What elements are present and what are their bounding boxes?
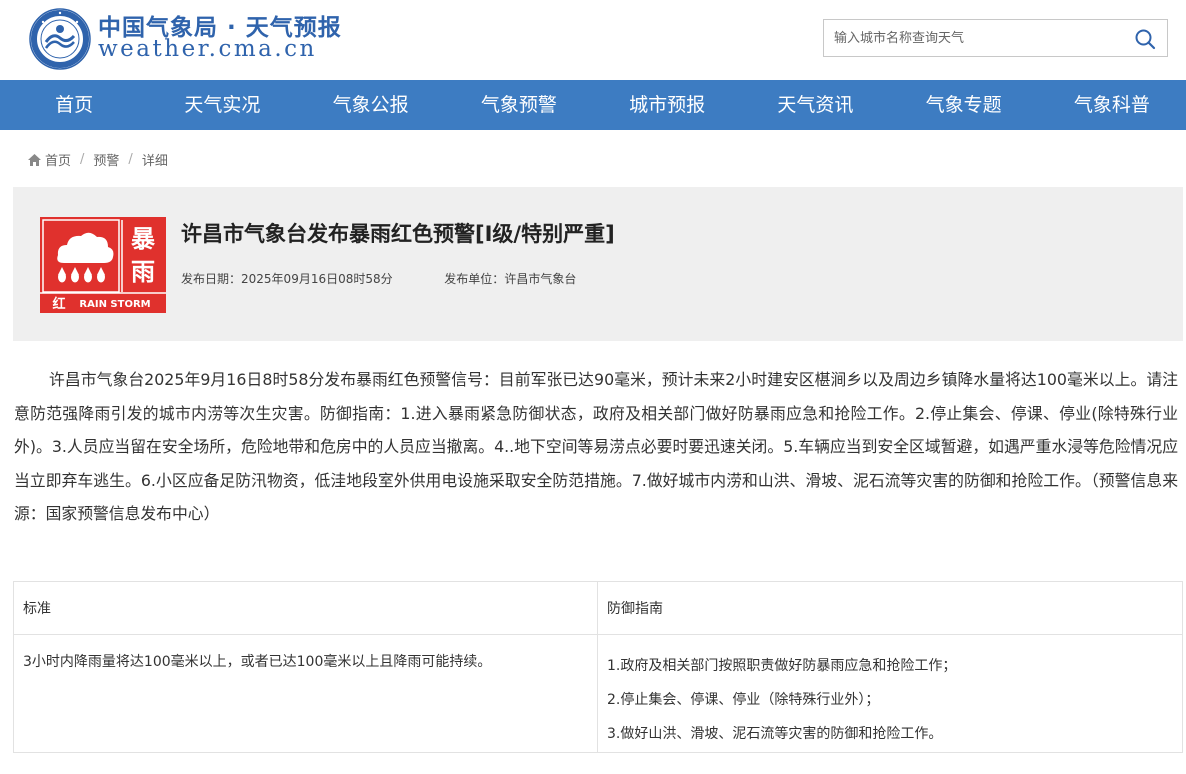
home-icon[interactable]: [27, 153, 42, 167]
alert-icon-char-2: 雨: [131, 258, 155, 286]
site-domain[interactable]: weather.cma.cn: [98, 36, 317, 62]
nav-item-warning[interactable]: 气象预警: [445, 80, 593, 130]
breadcrumb-current: 详细: [141, 154, 168, 169]
cma-emblem-icon[interactable]: [29, 8, 91, 70]
table-row: 3小时内降雨量将达100毫米以上，或者已达100毫米以上且降雨可能持续。 1.政…: [13, 634, 1183, 753]
table-header-standard: 标准: [13, 581, 598, 635]
guide-item: 2.停止集会、停课、停业（除特殊行业外）；: [607, 692, 880, 708]
alert-content: 许昌市气象台2025年9月16日8时58分发布暴雨红色预警信号：目前军张已达90…: [14, 370, 1178, 523]
city-search-input[interactable]: [824, 20, 1124, 56]
breadcrumb: 首页 / 预警 / 详细: [27, 150, 168, 169]
publish-date-label: 发布日期：: [181, 272, 242, 286]
table-cell-guide: 1.政府及相关部门按照职责做好防暴雨应急和抢险工作； 2.停止集会、停课、停业（…: [597, 634, 1183, 753]
breadcrumb-separator: /: [128, 152, 133, 167]
alert-icon-level: 红: [52, 296, 65, 312]
publisher-label: 发布单位：: [444, 272, 505, 286]
alert-title: 许昌市气象台发布暴雨红色预警[Ⅰ级/特别严重]: [181, 222, 615, 246]
guide-table: 标准 防御指南 3小时内降雨量将达100毫米以上，或者已达100毫米以上且降雨可…: [13, 581, 1183, 753]
nav-item-science[interactable]: 气象科普: [1038, 80, 1186, 130]
alert-icon-english: RAIN STORM: [79, 299, 150, 310]
table-cell-standard: 3小时内降雨量将达100毫米以上，或者已达100毫米以上且降雨可能持续。: [13, 634, 598, 753]
guide-item: 3.做好山洪、滑坡、泥石流等灾害的防御和抢险工作。: [607, 726, 943, 742]
search-box: [823, 19, 1168, 57]
main-nav: 首页 天气实况 气象公报 气象预警 城市预报 天气资讯 气象专题 气象科普: [0, 80, 1186, 130]
publisher: 许昌市气象台: [504, 272, 577, 286]
table-header-guide: 防御指南: [597, 581, 1183, 635]
publish-date: 2025年09月16日08时58分: [241, 272, 393, 286]
guide-item: 1.政府及相关部门按照职责做好防暴雨应急和抢险工作；: [607, 658, 957, 674]
search-icon[interactable]: [1133, 27, 1157, 51]
standard-text: 3小时内降雨量将达100毫米以上，或者已达100毫米以上且降雨可能持续。: [23, 654, 492, 670]
nav-item-home[interactable]: 首页: [0, 80, 148, 130]
nav-item-topics[interactable]: 气象专题: [890, 80, 1038, 130]
nav-item-weather-live[interactable]: 天气实况: [148, 80, 296, 130]
nav-item-news[interactable]: 天气资讯: [741, 80, 889, 130]
alert-meta: 发布日期：2025年09月16日08时58分 发布单位：许昌市气象台: [181, 270, 576, 287]
nav-item-bulletin[interactable]: 气象公报: [297, 80, 445, 130]
breadcrumb-separator: /: [80, 152, 85, 167]
nav-item-city-forecast[interactable]: 城市预报: [593, 80, 741, 130]
breadcrumb-warning[interactable]: 预警: [93, 150, 119, 169]
site-header: 中国气象局 · 天气预报 weather.cma.cn: [0, 0, 1186, 80]
alert-icon-char-1: 暴: [131, 225, 156, 253]
table-header-row: 标准 防御指南: [13, 581, 1183, 635]
rainstorm-red-warning-icon: 暴 雨 红 RAIN STORM: [40, 217, 166, 313]
alert-panel: 暴 雨 红 RAIN STORM 许昌市气象台发布暴雨红色预警[Ⅰ级/特别严重]…: [13, 187, 1183, 341]
breadcrumb-home[interactable]: 首页: [45, 150, 71, 169]
